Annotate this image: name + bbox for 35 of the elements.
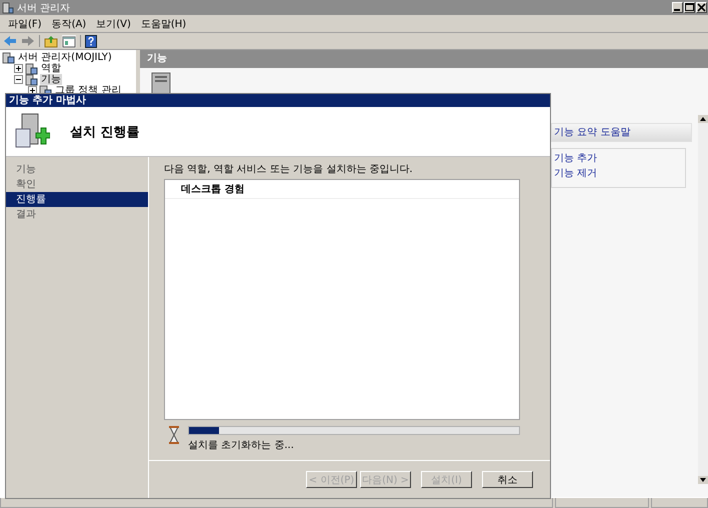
step-item[interactable]: 진행률 — [6, 192, 148, 207]
node-icon — [25, 62, 38, 74]
hourglass-icon — [168, 426, 180, 444]
console-tree-icon[interactable] — [62, 34, 76, 48]
page-heading: 설치 진행률 — [70, 124, 140, 140]
expand-icon[interactable] — [14, 64, 23, 73]
dialog-button[interactable]: 취소 — [482, 471, 533, 488]
step-item[interactable]: 기능 — [6, 162, 148, 177]
dialog-title: 기능 추가 마법사 — [6, 94, 550, 107]
server-add-icon — [14, 112, 50, 150]
scroll-up-icon[interactable] — [698, 115, 708, 123]
tree-item[interactable]: 역할 — [40, 63, 62, 74]
tree-item[interactable]: 기능 — [40, 74, 62, 85]
status-text: 설치를 초기화하는 중... — [188, 439, 295, 452]
step-item[interactable]: 확인 — [6, 177, 148, 192]
intro-text: 다음 역할, 역할 서비스 또는 기능을 설치하는 중입니다. — [164, 163, 414, 177]
step-item[interactable]: 결과 — [6, 207, 148, 222]
window-title: 서버 관리자 — [17, 2, 70, 14]
menu-item[interactable]: 파일(F) — [3, 16, 47, 30]
tree-item[interactable]: 서버 관리자(MOJILY) — [17, 52, 113, 63]
server-icon — [2, 2, 14, 14]
expand-icon[interactable] — [28, 86, 37, 95]
action-link[interactable]: 기능 제거 — [554, 166, 685, 181]
scroll-down-icon[interactable] — [698, 476, 708, 484]
folder-up-icon[interactable] — [44, 34, 58, 48]
collapse-icon[interactable] — [14, 75, 23, 84]
help-icon[interactable] — [85, 34, 97, 48]
panel-header: 기능 — [140, 50, 708, 68]
menu-item[interactable]: 동작(A) — [46, 16, 92, 30]
node-icon — [25, 74, 38, 86]
menu-item[interactable]: 보기(V) — [91, 16, 136, 30]
action-link[interactable]: 기능 추가 — [554, 151, 685, 166]
menu-item[interactable]: 도움말(H) — [136, 16, 192, 30]
actions-header: 기능 요약 도움말 — [551, 123, 692, 142]
list-item: 데스크톱 경험 — [165, 180, 519, 199]
